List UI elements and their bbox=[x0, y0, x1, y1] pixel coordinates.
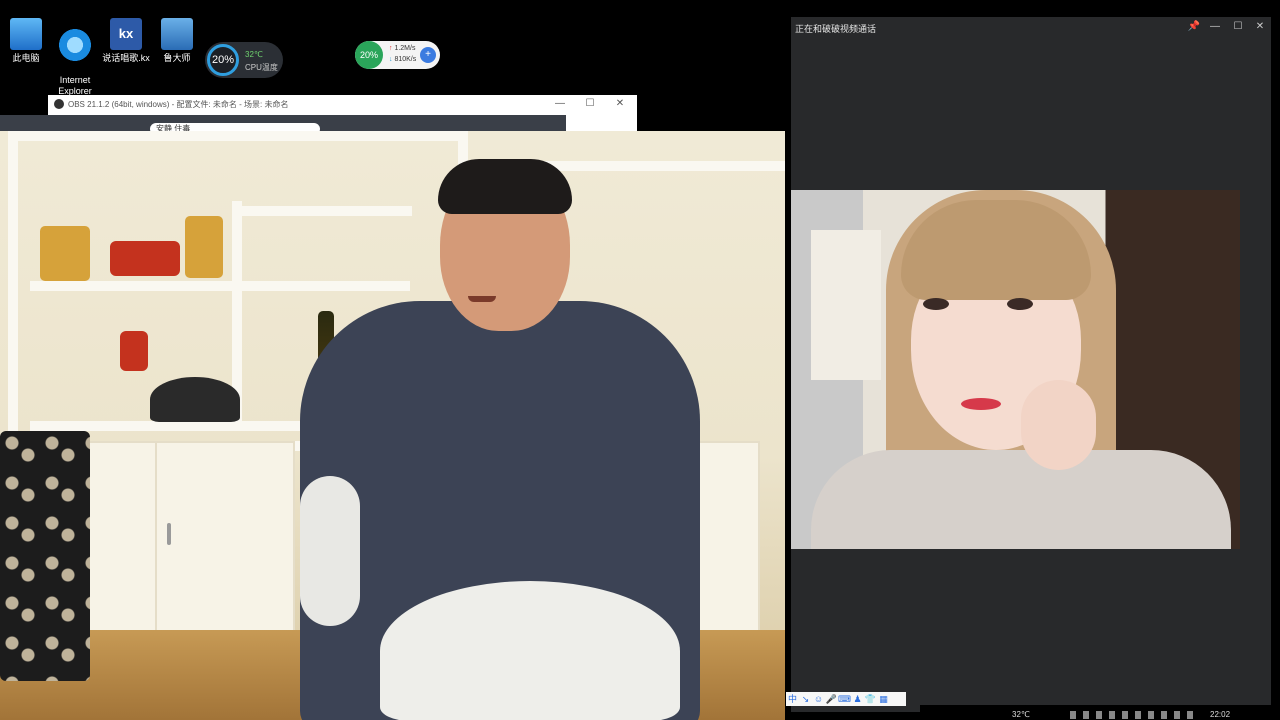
upload-speed: 1.2M/s bbox=[389, 45, 415, 52]
obs-close-button[interactable]: ✕ bbox=[605, 96, 635, 112]
decoration bbox=[120, 331, 148, 371]
obs-window-title: OBS 21.1.2 (64bit, windows) - 配置文件: 未命名 … bbox=[68, 100, 289, 109]
person-eye bbox=[1007, 298, 1033, 310]
shelf-board bbox=[30, 281, 410, 291]
taskbar: 32℃ 22:02 bbox=[920, 705, 1280, 720]
person-mouth bbox=[468, 296, 496, 302]
obs-logo-icon bbox=[54, 99, 64, 109]
shelf-board bbox=[232, 206, 412, 216]
taskbar-clock[interactable]: 22:02 bbox=[1210, 710, 1230, 719]
call-minimize-button[interactable]: — bbox=[1205, 19, 1225, 35]
call-window-title: 正在和破破视频通话 bbox=[795, 24, 877, 34]
person-hair bbox=[438, 159, 572, 214]
network-monitor-widget[interactable]: 20% 1.2M/s 810K/s + bbox=[355, 41, 440, 69]
emoji-icon[interactable]: ☺ bbox=[812, 692, 825, 706]
ime-mode-icon[interactable]: 中 bbox=[786, 692, 799, 706]
person-lips bbox=[961, 398, 1001, 410]
internet-explorer-icon bbox=[59, 29, 91, 61]
call-close-button[interactable]: ✕ bbox=[1250, 19, 1270, 35]
cpu-monitor-widget[interactable]: 20% 32℃ CPU温度 bbox=[205, 42, 283, 78]
taskbar-temperature: 32℃ bbox=[1012, 710, 1030, 719]
skin-icon[interactable]: 👕 bbox=[864, 692, 877, 706]
person-eye bbox=[923, 298, 949, 310]
desktop-icon-label: 鲁大师 bbox=[163, 53, 191, 63]
person-robe-panel bbox=[380, 581, 680, 720]
person-hand bbox=[1021, 380, 1096, 470]
kk-icon: kx bbox=[110, 18, 142, 50]
decoration bbox=[110, 241, 180, 276]
local-camera-feed bbox=[0, 131, 785, 720]
obs-minimize-button[interactable]: — bbox=[545, 96, 575, 112]
input-method-toolbar[interactable]: 中 ↘ ☺ 🎤⌨ ♟ 👕 ▦ bbox=[786, 692, 906, 706]
person-sweater bbox=[811, 450, 1231, 549]
grid-icon[interactable]: ▦ bbox=[877, 692, 890, 706]
obs-maximize-button[interactable]: ☐ bbox=[575, 96, 605, 112]
punctuation-icon[interactable]: ↘ bbox=[799, 692, 812, 706]
computer-icon bbox=[10, 18, 42, 50]
ink-painting bbox=[811, 230, 881, 380]
ludashi-icon bbox=[161, 18, 193, 50]
memory-usage-ring: 20% bbox=[355, 41, 383, 69]
video-call-window[interactable]: 正在和破破视频通话 📌 — ☐ ✕ 中 ↘ ☺ 🎤⌨ ♟ 👕 ▦ bbox=[786, 17, 1271, 712]
desktop-icon-ludashi[interactable]: 鲁大师 bbox=[147, 18, 207, 64]
keyboard-icon[interactable]: ⌨ bbox=[838, 692, 851, 706]
cpu-usage-ring: 20% bbox=[207, 44, 239, 76]
cabinet-door bbox=[155, 441, 295, 656]
cpu-temperature-label: CPU温度 bbox=[245, 63, 278, 72]
desktop-icon-label: Internet Explorer bbox=[58, 75, 92, 96]
accelerate-icon[interactable]: + bbox=[420, 47, 436, 63]
pin-button[interactable]: 📌 bbox=[1184, 19, 1204, 35]
system-tray-icons[interactable] bbox=[1070, 711, 1200, 719]
decoration bbox=[40, 226, 90, 281]
call-maximize-button[interactable]: ☐ bbox=[1228, 19, 1248, 35]
download-speed: 810K/s bbox=[389, 56, 416, 63]
person-arm bbox=[300, 476, 360, 626]
microphone-icon[interactable]: 🎤 bbox=[825, 692, 838, 706]
hat bbox=[150, 377, 240, 422]
trophy bbox=[185, 216, 223, 278]
user-icon[interactable]: ♟ bbox=[851, 692, 864, 706]
remote-video-feed bbox=[791, 190, 1240, 549]
chair bbox=[0, 431, 90, 681]
cpu-temperature: 32℃ bbox=[245, 50, 263, 59]
